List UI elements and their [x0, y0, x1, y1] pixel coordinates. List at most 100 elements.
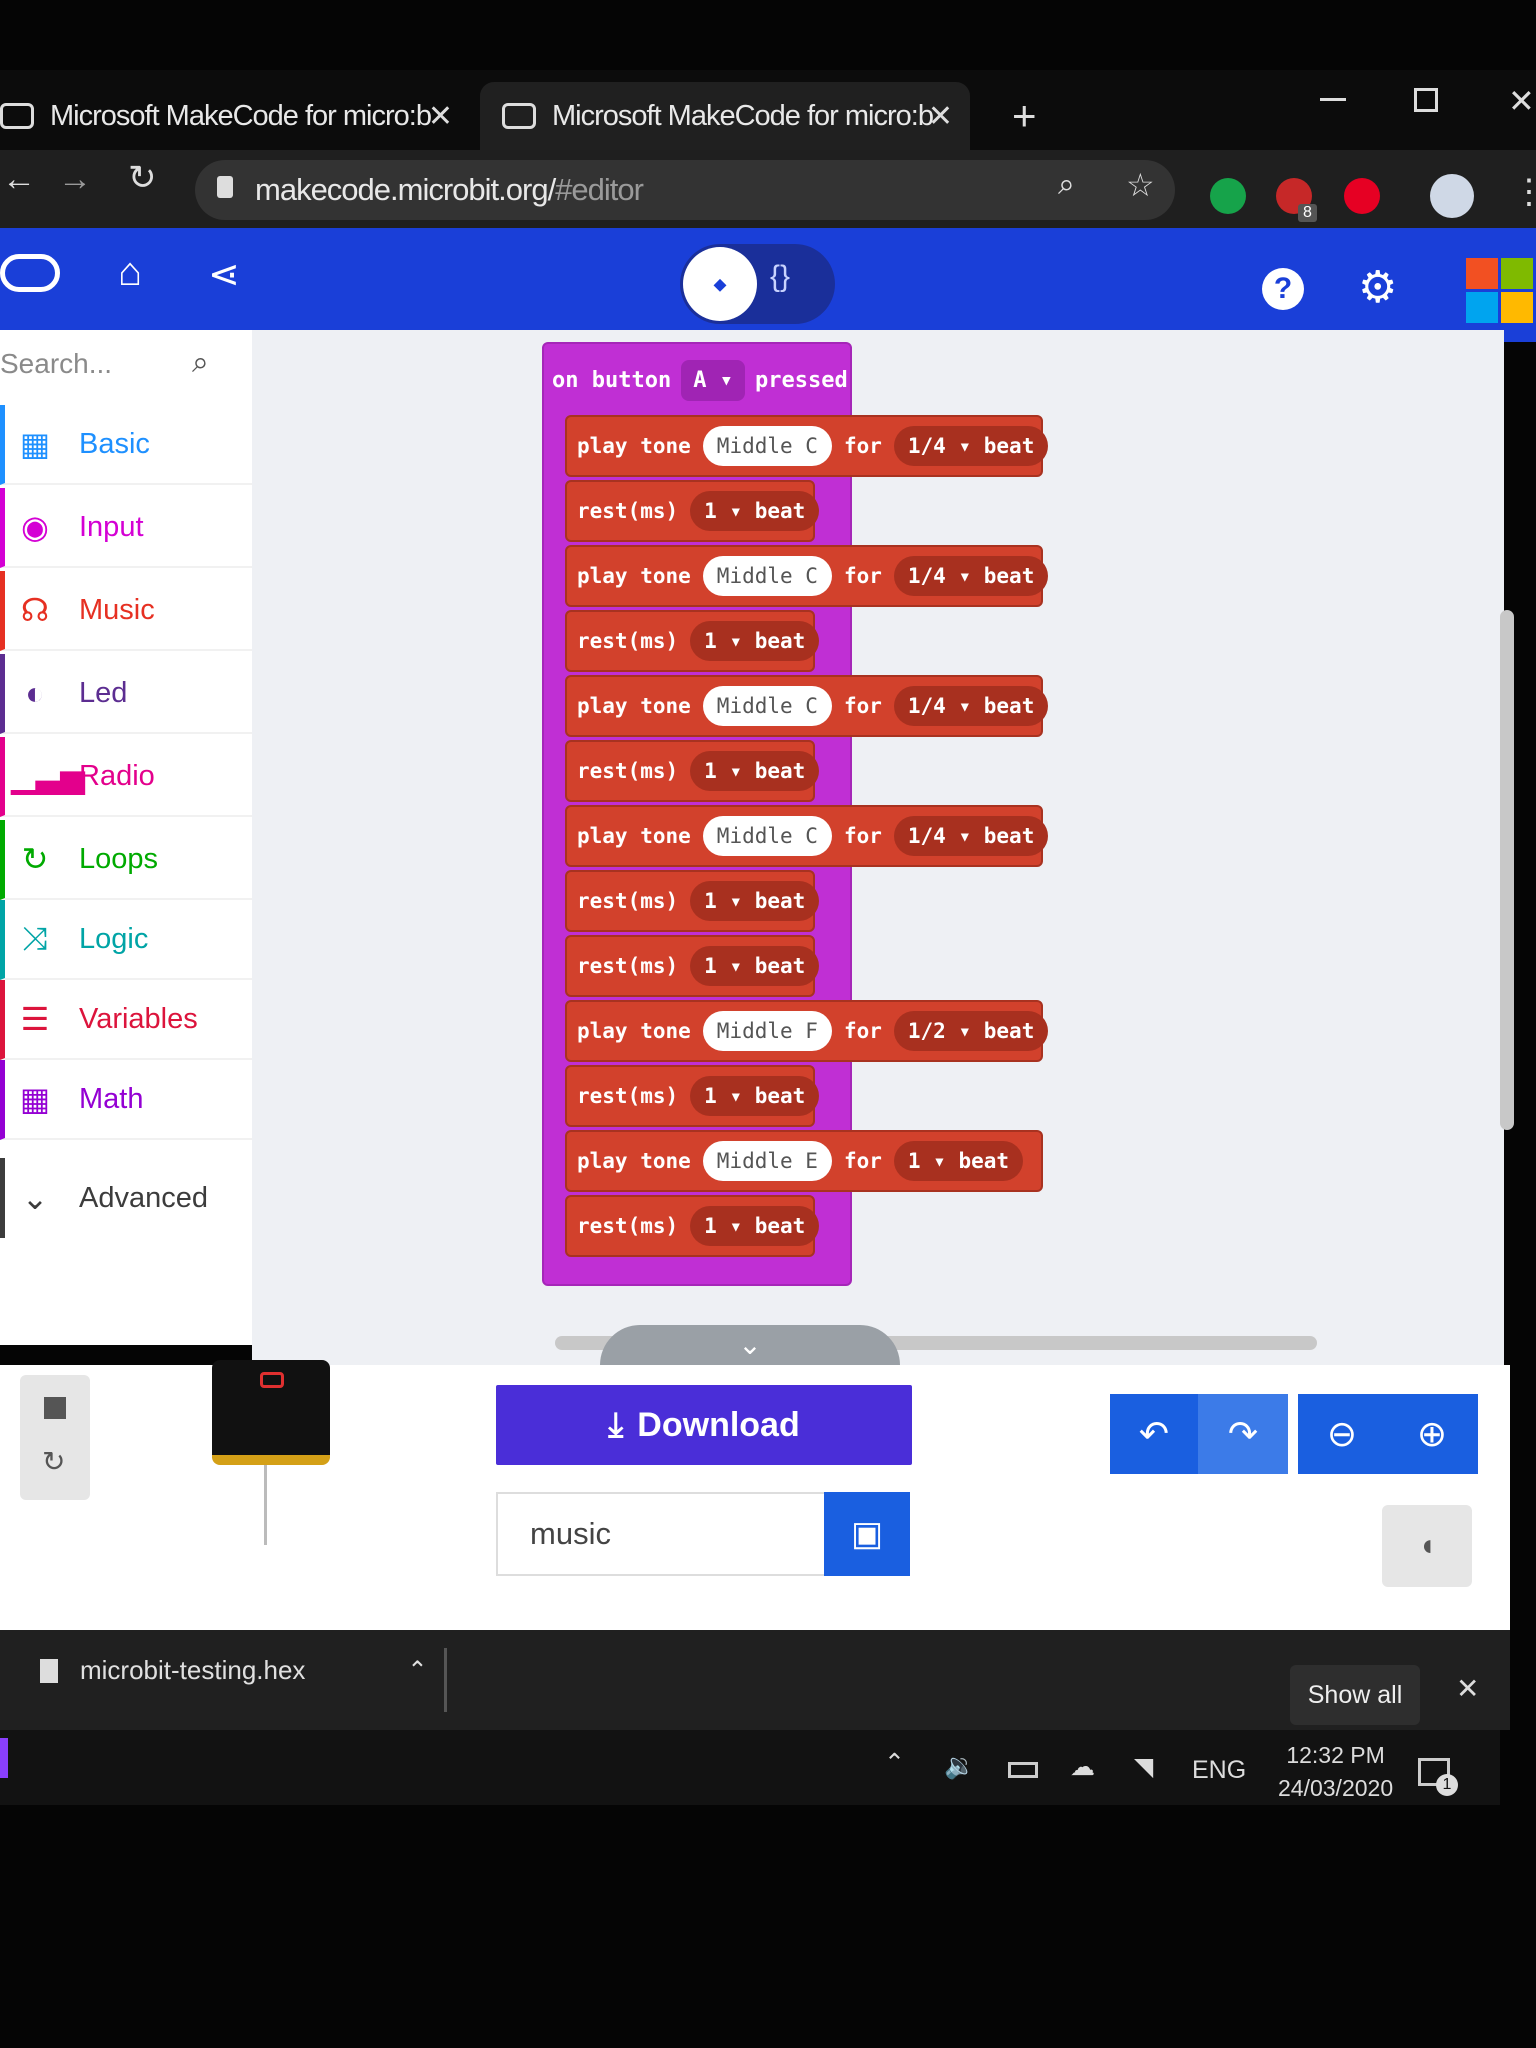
- play-tone-block[interactable]: play tone Middle E for 1 ▾ beat: [565, 1130, 1043, 1192]
- category-advanced[interactable]: ⌄ Advanced: [0, 1158, 252, 1238]
- zoom-icon[interactable]: ⌕: [1058, 168, 1075, 202]
- beat-dropdown[interactable]: 1/4 ▾ beat: [893, 816, 1049, 856]
- note-field[interactable]: Middle C: [702, 816, 832, 856]
- collapse-simulator-chevron-icon[interactable]: ⌄: [600, 1325, 900, 1365]
- language-indicator[interactable]: ENG: [1192, 1756, 1246, 1785]
- back-arrow-icon[interactable]: ←: [2, 160, 36, 199]
- beat-dropdown[interactable]: 1 ▾ beat: [690, 621, 820, 661]
- clock[interactable]: 12:32 PM 24/03/2020: [1278, 1742, 1393, 1802]
- zoom-out-button[interactable]: ⊖: [1298, 1394, 1386, 1474]
- category-radio[interactable]: ▁▃▅ Radio: [0, 737, 252, 817]
- undo-button[interactable]: ↶: [1110, 1394, 1198, 1474]
- javascript-toggle-icon[interactable]: {}: [770, 260, 790, 294]
- note-field[interactable]: Middle E: [702, 1141, 832, 1181]
- save-floppy-icon[interactable]: ▣: [824, 1492, 910, 1576]
- share-icon[interactable]: ⋖: [208, 252, 240, 297]
- browser-tab-1[interactable]: Microsoft MakeCode for micro:b ✕: [0, 82, 470, 150]
- downloaded-file-item[interactable]: microbit-testing.hex ⌃: [40, 1655, 428, 1686]
- beat-dropdown[interactable]: 1 ▾ beat: [690, 946, 820, 986]
- grammarly-extension-icon[interactable]: [1210, 178, 1246, 214]
- stop-icon[interactable]: [44, 1397, 66, 1419]
- zoom-in-button[interactable]: ⊕: [1386, 1394, 1478, 1474]
- rest-block[interactable]: rest(ms) 1 ▾ beat: [565, 740, 820, 802]
- bookmark-star-icon[interactable]: ☆: [1126, 166, 1155, 204]
- category-basic[interactable]: ▦ Basic: [0, 405, 252, 485]
- category-led[interactable]: ◐ Led: [0, 654, 252, 734]
- note-field[interactable]: Middle C: [702, 426, 832, 466]
- home-icon[interactable]: ⌂: [118, 250, 142, 295]
- maximize-icon[interactable]: [1414, 88, 1438, 112]
- pinterest-extension-icon[interactable]: [1344, 178, 1380, 214]
- close-tab-icon[interactable]: ✕: [928, 99, 953, 134]
- category-music[interactable]: ☊ Music: [0, 571, 252, 651]
- browser-tab-2-active[interactable]: Microsoft MakeCode for micro:b ✕: [480, 82, 970, 150]
- play-tone-block[interactable]: play tone Middle C for 1/4 ▾ beat: [565, 675, 1049, 737]
- beat-dropdown[interactable]: 1/2 ▾ beat: [893, 1011, 1049, 1051]
- close-tab-icon[interactable]: ✕: [428, 99, 453, 134]
- beat-unit: beat: [754, 759, 806, 783]
- note-field[interactable]: Middle F: [702, 1011, 832, 1051]
- play-tone-block[interactable]: play tone Middle C for 1/4 ▾ beat: [565, 805, 1049, 867]
- microbit-logo-icon[interactable]: [0, 254, 60, 292]
- note-field[interactable]: Middle C: [702, 556, 832, 596]
- new-tab-button[interactable]: +: [1012, 92, 1037, 140]
- category-logic[interactable]: ⤨ Logic: [0, 900, 252, 980]
- reload-icon[interactable]: ↻: [128, 158, 157, 198]
- category-variables[interactable]: ☰ Variables: [0, 980, 252, 1060]
- show-all-button[interactable]: Show all: [1290, 1665, 1420, 1725]
- taskbar-app-indicator[interactable]: [0, 1738, 8, 1778]
- search-icon[interactable]: ⌕: [192, 346, 209, 380]
- help-icon[interactable]: ?: [1262, 268, 1304, 310]
- blocks-toggle-puzzle-icon[interactable]: ⬩: [683, 247, 757, 321]
- rest-block[interactable]: rest(ms) 1 ▾ beat: [565, 610, 820, 672]
- browser-menu-icon[interactable]: ⋮: [1512, 172, 1536, 212]
- profile-avatar[interactable]: [1430, 174, 1474, 218]
- rest-block[interactable]: rest(ms) 1 ▾ beat: [565, 935, 820, 997]
- cloud-offline-icon[interactable]: ☁: [1070, 1752, 1095, 1782]
- forward-arrow-icon[interactable]: →: [58, 160, 92, 199]
- button-dropdown[interactable]: A ▾: [681, 360, 745, 401]
- category-math[interactable]: ▦ Math: [0, 1060, 252, 1140]
- restart-icon[interactable]: ↻: [42, 1445, 65, 1478]
- microsoft-logo-icon[interactable]: [1466, 258, 1536, 324]
- redo-button[interactable]: ↷: [1198, 1394, 1288, 1474]
- note-field[interactable]: Middle C: [702, 686, 832, 726]
- beat-dropdown[interactable]: 1 ▾ beat: [690, 1076, 820, 1116]
- close-window-icon[interactable]: ✕: [1508, 82, 1535, 120]
- beat-dropdown[interactable]: 1/4 ▾ beat: [893, 686, 1049, 726]
- category-loops[interactable]: ↻ Loops: [0, 820, 252, 900]
- toggle-docs-icon[interactable]: ◖: [1382, 1505, 1472, 1587]
- close-downloads-icon[interactable]: ✕: [1456, 1672, 1479, 1705]
- url-field[interactable]: makecode.microbit.org/#editor: [195, 160, 1175, 220]
- rest-block[interactable]: rest(ms) 1 ▾ beat: [565, 1065, 820, 1127]
- download-button[interactable]: ⤓ Download: [496, 1385, 912, 1465]
- beat-value: 1 ▾: [704, 1214, 743, 1238]
- chevron-up-icon[interactable]: ⌃: [884, 1748, 905, 1778]
- event-block-header: on button A ▾ pressed: [552, 360, 848, 401]
- volume-icon[interactable]: 🔉: [944, 1752, 975, 1781]
- play-tone-block[interactable]: play tone Middle C for 1/4 ▾ beat: [565, 545, 1049, 607]
- vertical-scrollbar[interactable]: [1500, 610, 1514, 1130]
- clock-date: 24/03/2020: [1278, 1775, 1394, 1801]
- minimize-icon[interactable]: [1320, 98, 1346, 101]
- project-name-input[interactable]: music: [496, 1492, 826, 1576]
- microbit-simulator[interactable]: [212, 1360, 330, 1465]
- battery-icon[interactable]: [1008, 1762, 1038, 1778]
- rest-block[interactable]: rest(ms) 1 ▾ beat: [565, 870, 820, 932]
- beat-dropdown[interactable]: 1/4 ▾ beat: [893, 556, 1049, 596]
- beat-dropdown[interactable]: 1 ▾ beat: [690, 751, 820, 791]
- category-input[interactable]: ◉ Input: [0, 488, 252, 568]
- play-tone-block[interactable]: play tone Middle F for 1/2 ▾ beat: [565, 1000, 1049, 1062]
- wifi-icon[interactable]: ◥: [1134, 1752, 1153, 1782]
- rest-block[interactable]: rest(ms) 1 ▾ beat: [565, 480, 820, 542]
- beat-dropdown[interactable]: 1 ▾ beat: [690, 881, 820, 921]
- beat-dropdown[interactable]: 1 ▾ beat: [690, 1206, 820, 1246]
- play-tone-block[interactable]: play tone Middle C for 1/4 ▾ beat: [565, 415, 1049, 477]
- settings-gear-icon[interactable]: ⚙: [1358, 262, 1397, 313]
- chevron-up-icon[interactable]: ⌃: [407, 1656, 427, 1685]
- beat-dropdown[interactable]: 1 ▾ beat: [690, 491, 820, 531]
- beat-dropdown[interactable]: 1 ▾ beat: [893, 1141, 1024, 1181]
- toolbox-search-input[interactable]: Search... ⌕: [0, 340, 240, 394]
- beat-dropdown[interactable]: 1/4 ▾ beat: [893, 426, 1049, 466]
- rest-block[interactable]: rest(ms) 1 ▾ beat: [565, 1195, 820, 1257]
